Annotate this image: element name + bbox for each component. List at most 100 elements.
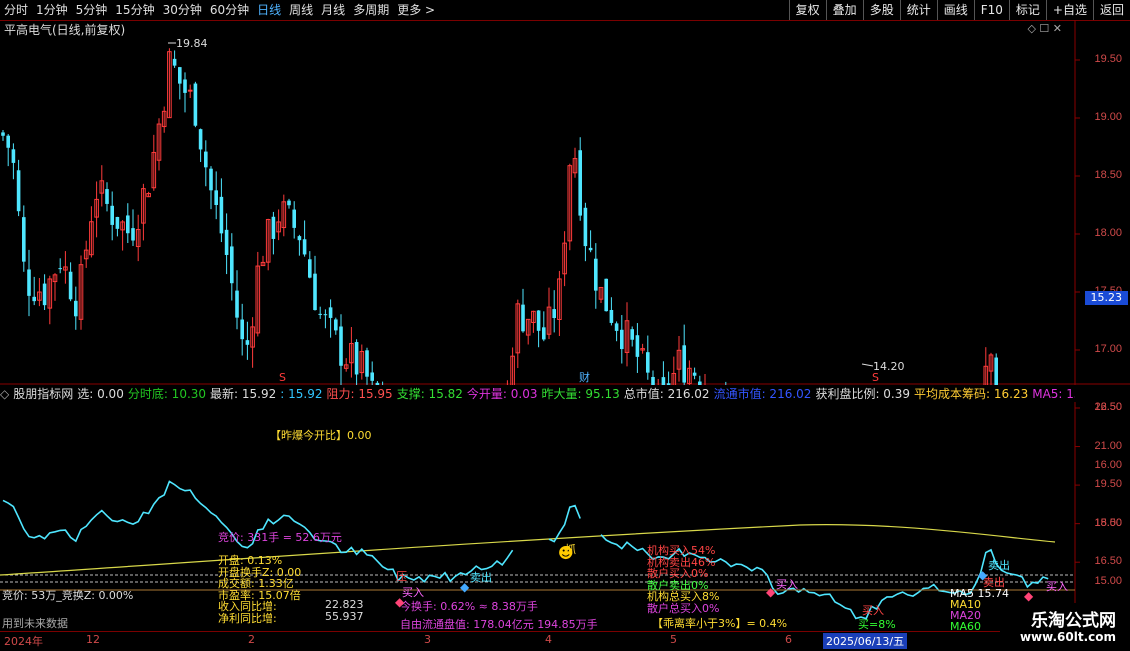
high-price-label: 19.84 (176, 37, 208, 50)
collapse-icon[interactable]: ◇ (0, 387, 9, 401)
gem-icon: ◆ (1024, 589, 1034, 603)
low-pointer (861, 363, 874, 367)
candle (151, 134, 157, 191)
candle (354, 339, 359, 385)
candle (187, 84, 193, 98)
turnover-label: 今换手: 0.62% ≈ 8.38万手 (400, 600, 538, 613)
time-label: 12 (86, 633, 100, 646)
candle (334, 317, 338, 335)
indicator-header: ◇ 股朋指标网 选: 0.00 分时底: 10.30 最新: 15.92: 15.92 阻… (0, 386, 1075, 402)
candle (214, 171, 218, 220)
candle (47, 275, 53, 325)
indicator-value: 获利盘比例: 0.39 (815, 387, 911, 401)
price-tick-label: 17.00 (1094, 343, 1122, 355)
time-label: 6 (785, 633, 792, 646)
toolbar-buttons: 复权 叠加 多股 统计 画线 F10 标记 +自选 返回 (788, 0, 1130, 20)
indicator-value: 今开量: 0.03 (466, 387, 538, 401)
toolbar-button[interactable]: 叠加 (825, 0, 863, 20)
candle (68, 262, 73, 302)
candle (640, 343, 645, 354)
candle (219, 178, 224, 243)
toolbar-button[interactable]: 标记 (1008, 0, 1046, 20)
toolbar-button[interactable]: +自选 (1045, 0, 1093, 20)
candle (58, 258, 62, 274)
signal-mark: 买入 (402, 586, 424, 599)
candle (328, 299, 333, 338)
period-tab[interactable]: 分时 (0, 0, 32, 20)
candle (126, 203, 130, 244)
candle (604, 278, 608, 312)
candle (671, 356, 677, 385)
candle (235, 270, 239, 330)
candle (110, 191, 114, 241)
candle (115, 216, 120, 237)
signal-mark: 卖出 (988, 559, 1010, 572)
candle (183, 72, 187, 113)
period-toolbar: 分时 1分钟 5分钟 15分钟 30分钟 60分钟 日线 周线 月线 多周期 更多 > 复权 叠加 多股… (0, 0, 1130, 21)
candle (161, 106, 167, 133)
candle (265, 218, 271, 271)
candle (16, 159, 21, 217)
period-tab[interactable]: 周线 (285, 0, 317, 20)
candle (193, 81, 198, 128)
period-tab[interactable]: 1分钟 (32, 0, 72, 20)
candle (224, 213, 229, 275)
bias-label: 【乖离率小于3%】= 0.4% (652, 617, 788, 630)
candle (209, 166, 213, 210)
candle (598, 286, 604, 304)
candle (308, 251, 312, 279)
candle (666, 371, 671, 385)
candle (156, 118, 162, 171)
indicator-tick-label: 16.50 (1094, 555, 1122, 568)
toolbar-button[interactable]: F10 (973, 0, 1009, 20)
toolbar-button[interactable]: 多股 (862, 0, 900, 20)
indicator-value: MA5: 15.74 (1032, 387, 1075, 401)
toolbar-button[interactable]: 画线 (936, 0, 974, 20)
indicator-value: 选: 0.00 (77, 387, 124, 401)
watermark-url: www.60lt.com (1019, 630, 1116, 644)
candle (651, 370, 655, 385)
candle (343, 358, 349, 372)
candle (260, 255, 266, 267)
candle (515, 299, 521, 369)
candle (562, 231, 567, 287)
signal-mark: 买入 (1046, 580, 1068, 593)
candle (988, 352, 994, 385)
toolbar-button[interactable]: 返回 (1092, 0, 1130, 20)
cursor-date: 2025/06/13/五 (823, 633, 908, 649)
candle (578, 137, 582, 221)
period-tab[interactable]: 5分钟 (72, 0, 112, 20)
watermark-cn: 乐淘公式网 (1031, 611, 1116, 631)
candle (6, 134, 10, 167)
candle (141, 183, 146, 241)
candle (302, 220, 307, 257)
candle (983, 347, 989, 385)
candle (318, 306, 322, 319)
period-tab[interactable]: 15分钟 (111, 0, 158, 20)
candle (567, 163, 573, 251)
period-tab[interactable]: 月线 (317, 0, 349, 20)
candle (281, 194, 287, 237)
period-tab[interactable]: 更多 > (393, 0, 439, 20)
time-label: 4 (545, 633, 552, 646)
time-label: 2024年 (4, 635, 43, 648)
toolbar-button[interactable]: 统计 (899, 0, 937, 20)
indicator-value: 平均成本筹码: 16.23 (914, 387, 1029, 401)
indicator-tick-label: 21.00 (1094, 439, 1122, 452)
toolbar-button[interactable]: 复权 (788, 0, 826, 20)
candle (172, 50, 177, 68)
candle (620, 315, 624, 364)
period-tab[interactable]: 60分钟 (206, 0, 253, 20)
candle (676, 335, 682, 382)
candle (271, 211, 276, 255)
candle (52, 273, 58, 301)
period-tab[interactable]: 30分钟 (159, 0, 206, 20)
time-axis: 2024年 12 2 3 4 5 6 2025/06/13/五 (0, 631, 1075, 651)
candle (37, 278, 42, 307)
candle (146, 191, 151, 198)
period-tab[interactable]: 日线 (253, 0, 285, 20)
event-marker: 财 (579, 370, 590, 384)
candlestick-chart[interactable]: 19.8414.20S 财 S (0, 20, 1130, 385)
no-future-data: 用到未来数据 (2, 617, 68, 630)
period-tab[interactable]: 多周期 (349, 0, 393, 20)
